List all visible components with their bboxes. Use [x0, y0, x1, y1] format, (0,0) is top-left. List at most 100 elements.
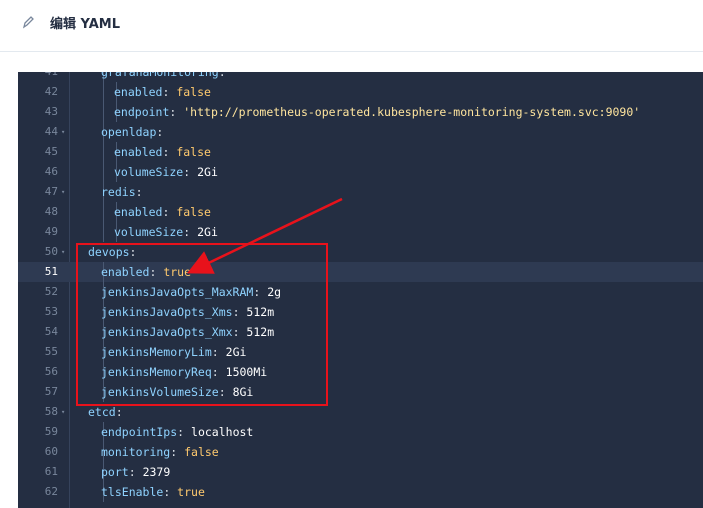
code-line[interactable]: 45 enabled: false [18, 142, 703, 162]
line-number: 61 [44, 465, 58, 478]
code-text: enabled: false [114, 202, 211, 222]
yaml-value: false [176, 145, 211, 159]
code-text: volumeSize: 2Gi [114, 222, 218, 242]
line-number: 51 [44, 265, 58, 278]
indent-guide [103, 202, 104, 222]
yaml-separator: : [170, 445, 185, 459]
indent-guide [103, 102, 104, 122]
yaml-separator: : [218, 72, 226, 79]
page-header: 编辑 YAML [0, 0, 703, 52]
line-number: 62 [44, 485, 58, 498]
line-number: 41 [18, 72, 58, 82]
yaml-separator: : [156, 125, 164, 139]
line-number: 52 [44, 285, 58, 298]
yaml-key: monitoring [101, 445, 171, 459]
yaml-separator: : [135, 185, 143, 199]
line-number: 47 [44, 185, 58, 198]
line-number: 48 [44, 205, 58, 218]
line-number: 43 [44, 105, 58, 118]
indent-guide [103, 222, 104, 242]
yaml-value: 2Gi [197, 165, 218, 179]
yaml-key: etcd [88, 405, 116, 419]
indent-guide [103, 162, 104, 182]
line-number: 49 [44, 225, 58, 238]
yaml-separator: : [115, 405, 123, 419]
line-number: 53 [44, 305, 58, 318]
code-line[interactable]: 44 ▾ openldap: [18, 122, 703, 142]
yaml-value: 2379 [142, 465, 171, 479]
code-line[interactable]: 42 enabled: false [18, 82, 703, 102]
fold-toggle-icon[interactable]: ▾ [61, 182, 65, 202]
yaml-separator: : [177, 425, 192, 439]
yaml-key: port [101, 465, 129, 479]
code-text: endpoint: 'http://prometheus-operated.ku… [114, 102, 640, 122]
yaml-value: false [176, 205, 211, 219]
line-number: 58 [44, 405, 58, 418]
code-text: volumeSize: 2Gi [114, 162, 218, 182]
yaml-key: redis [101, 185, 136, 199]
yaml-key: openldap [101, 125, 157, 139]
yaml-separator: : [169, 105, 184, 119]
pencil-icon [22, 16, 34, 29]
line-number: 45 [44, 145, 58, 158]
yaml-value: true [177, 485, 205, 499]
code-line[interactable]: 41 grafanaMonitoring: [18, 72, 703, 82]
code-line[interactable]: 61 port: 2379 [18, 462, 703, 482]
yaml-key: volumeSize [114, 225, 184, 239]
yaml-key: endpointIps [101, 425, 178, 439]
code-line[interactable]: 59 endpointIps: localhost [18, 422, 703, 442]
yaml-separator: : [162, 205, 177, 219]
yaml-value: false [176, 85, 211, 99]
devops-annotation-box [76, 243, 328, 406]
line-number: 59 [44, 425, 58, 438]
code-line[interactable]: 49 volumeSize: 2Gi [18, 222, 703, 242]
yaml-separator: : [162, 145, 177, 159]
fold-toggle-icon[interactable]: ▾ [61, 242, 65, 262]
yaml-key: volumeSize [114, 165, 184, 179]
yaml-separator: : [183, 225, 198, 239]
code-text: monitoring: false [101, 442, 219, 462]
code-line[interactable]: 60 monitoring: false [18, 442, 703, 462]
yaml-value: 2Gi [197, 225, 218, 239]
line-number: 42 [44, 85, 58, 98]
yaml-value: localhost [191, 425, 254, 439]
yaml-key: enabled [114, 145, 163, 159]
code-text: enabled: false [114, 82, 211, 102]
yaml-separator: : [163, 485, 178, 499]
code-text: openldap: [101, 122, 163, 142]
code-line[interactable]: 62 tlsEnable: true [18, 482, 703, 502]
yaml-key: enabled [114, 85, 163, 99]
indent-guide [103, 82, 104, 102]
yaml-key: tlsEnable [101, 485, 164, 499]
line-number: 57 [44, 385, 58, 398]
yaml-value: 'http://prometheus-operated.kubesphere-m… [183, 105, 641, 119]
line-number: 60 [44, 445, 58, 458]
page-title: 编辑 YAML [50, 17, 120, 32]
fold-toggle-icon[interactable]: ▾ [61, 402, 65, 422]
yaml-value: false [184, 445, 219, 459]
yaml-separator: : [183, 165, 198, 179]
code-text: tlsEnable: true [101, 482, 205, 502]
code-text: port: 2379 [101, 462, 170, 482]
line-number: 44 [44, 125, 58, 138]
yaml-separator: : [162, 85, 177, 99]
code-text: enabled: false [114, 142, 211, 162]
code-text: grafanaMonitoring: [101, 72, 226, 82]
code-line[interactable]: 46 volumeSize: 2Gi [18, 162, 703, 182]
line-number: 46 [44, 165, 58, 178]
yaml-key: endpoint [114, 105, 170, 119]
yaml-key: grafanaMonitoring [101, 72, 219, 79]
code-line[interactable]: 43 endpoint: 'http://prometheus-operated.… [18, 102, 703, 122]
line-number: 54 [44, 325, 58, 338]
yaml-key: enabled [114, 205, 163, 219]
indent-guide [103, 142, 104, 162]
code-line[interactable]: 47 ▾ redis: [18, 182, 703, 202]
line-number: 50 [44, 245, 58, 258]
yaml-separator: : [128, 465, 143, 479]
line-number: 55 [44, 345, 58, 358]
code-text: redis: [101, 182, 143, 202]
line-number: 56 [44, 365, 58, 378]
fold-toggle-icon[interactable]: ▾ [61, 122, 65, 142]
code-text: endpointIps: localhost [101, 422, 253, 442]
code-line[interactable]: 48 enabled: false [18, 202, 703, 222]
